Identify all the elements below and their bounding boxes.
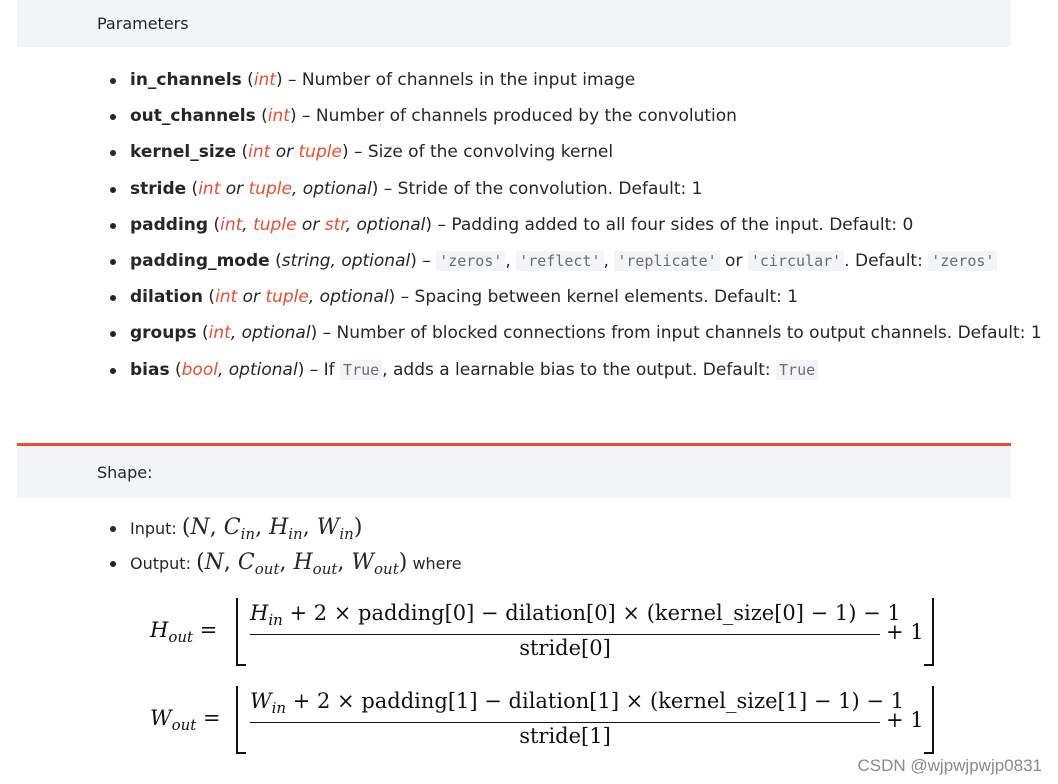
param-type-close: ) <box>289 106 297 127</box>
param-description: – Number of channels produced by the con… <box>296 106 737 127</box>
shape-list: Input: (N, Cin, Hin, Win) Output: (N, Co… <box>105 512 462 582</box>
w-out-plus-one: + 1 <box>886 708 924 732</box>
param-item-padding-mode: padding_mode (string, optional) – 'zeros… <box>105 247 1025 283</box>
param-description: – Number of blocked connections from inp… <box>317 323 1042 344</box>
param-type-text: , optional <box>217 359 298 380</box>
param-item-in-channels: in_channels (int) – Number of channels i… <box>105 66 1025 102</box>
param-type-open: ( <box>236 142 249 163</box>
param-item-bias: bias (bool, optional) – If True, adds a … <box>105 356 1025 392</box>
param-item-kernel-size: kernel_size (int or tuple) – Size of the… <box>105 138 1025 174</box>
param-type-text: , optional <box>292 178 372 199</box>
h-out-numerator: Hin + 2 × padding[0] − dilation[0] × (ke… <box>250 601 901 629</box>
param-name: stride <box>130 178 187 199</box>
param-code-value: 'reflect' <box>516 250 604 271</box>
param-name: padding_mode <box>130 250 270 271</box>
param-type-link[interactable]: int <box>248 142 270 162</box>
param-description: – Padding added to all four sides of the… <box>432 214 914 235</box>
param-default-code: True <box>776 359 819 380</box>
param-type-link[interactable]: tuple <box>253 215 296 235</box>
param-type-text: string, optional <box>281 250 411 271</box>
parameters-list: in_channels (int) – Number of channels i… <box>105 66 1042 392</box>
param-type-link[interactable]: int <box>268 106 290 126</box>
param-description: – Spacing between kernel elements. Defau… <box>395 287 799 308</box>
param-item-groups: groups (int, optional) – Number of block… <box>105 319 1042 355</box>
shape-input-formula: (N, Cin, Hin, Win) <box>181 515 363 543</box>
param-code-value: 'zeros' <box>436 250 506 271</box>
param-code-value: 'circular' <box>747 250 845 271</box>
param-name: padding <box>130 214 209 235</box>
watermark: CSDN @wjpwjpwjp0831 <box>857 756 1043 775</box>
param-description: – <box>416 250 437 271</box>
param-code-value: 'replicate' <box>614 250 720 271</box>
param-type-link[interactable]: tuple <box>249 179 292 199</box>
param-type-open: ( <box>196 323 209 344</box>
param-type-close: ) <box>410 250 417 271</box>
shape-section-header: Shape: <box>17 443 1011 498</box>
w-out-numerator: Win + 2 × padding[1] − dilation[1] × (ke… <box>250 689 905 717</box>
shape-output-formula: (N, Cout, Hout, Wout) <box>196 550 408 578</box>
h-out-denominator: stride[0] <box>519 636 611 660</box>
param-name: out_channels <box>130 106 256 127</box>
param-default-code: 'zeros' <box>928 250 998 271</box>
parameters-section-header: Parameters <box>17 0 1011 47</box>
param-code-value: True <box>340 359 383 380</box>
param-type-open: ( <box>169 359 182 380</box>
param-type-text: or <box>237 287 266 308</box>
shape-output-label: Output: <box>130 554 197 573</box>
param-type-close: ) <box>275 70 283 90</box>
param-type-open: ( <box>208 214 221 235</box>
param-type-text: , optional <box>345 214 426 235</box>
param-type-link[interactable]: tuple <box>299 142 342 162</box>
param-type-text: , <box>242 214 254 235</box>
param-type-open: ( <box>203 287 216 308</box>
h-out-floor: Hin + 2 × padding[0] − dilation[0] × (ke… <box>236 598 934 666</box>
param-type-link[interactable]: int <box>254 70 276 90</box>
param-description: – Size of the convolving kernel <box>348 142 614 163</box>
param-type-link[interactable]: int <box>198 179 220 199</box>
param-item-out-channels: out_channels (int) – Number of channels … <box>105 102 1025 138</box>
shape-output-item: Output: (N, Cout, Hout, Wout) where <box>105 547 462 582</box>
param-name: dilation <box>130 287 204 308</box>
shape-output-suffix: where <box>412 554 462 573</box>
param-description: , adds a learnable bias to the output. D… <box>382 359 777 380</box>
param-description: – Number of channels in the input image <box>282 70 636 90</box>
param-item-dilation: dilation (int or tuple, optional) – Spac… <box>105 283 1025 319</box>
param-type-link[interactable]: bool <box>182 360 218 380</box>
w-out-lhs: Wout = <box>150 706 221 734</box>
param-type-link[interactable]: int <box>215 287 237 307</box>
param-description: – Stride of the convolution. Default: 1 <box>378 178 703 199</box>
param-default-label: . Default: <box>844 250 929 271</box>
param-type-text: or <box>220 178 249 199</box>
param-type-open: ( <box>269 250 282 271</box>
parameters-heading: Parameters <box>97 14 189 33</box>
param-type-link[interactable]: str <box>325 215 346 235</box>
param-type-open: ( <box>241 70 254 90</box>
h-out-lhs: Hout = <box>150 618 218 646</box>
param-item-stride: stride (int or tuple, optional) – Stride… <box>105 175 1025 211</box>
param-name: kernel_size <box>130 142 237 163</box>
param-type-open: ( <box>186 178 199 199</box>
w-out-floor: Win + 2 × padding[1] − dilation[1] × (ke… <box>236 686 934 754</box>
param-description: – If <box>304 359 341 380</box>
shape-heading: Shape: <box>97 463 153 482</box>
param-type-text: , optional <box>308 287 389 308</box>
param-type-close: ) <box>341 142 349 163</box>
param-name: in_channels <box>130 70 242 90</box>
param-name: groups <box>130 323 197 344</box>
param-type-text: , optional <box>230 323 311 344</box>
param-type-text: or <box>270 142 299 163</box>
param-type-link[interactable]: int <box>209 323 231 343</box>
shape-input-item: Input: (N, Cin, Hin, Win) <box>105 512 462 547</box>
param-type-text: or <box>296 214 325 235</box>
w-out-denominator: stride[1] <box>519 724 611 748</box>
param-name: bias <box>130 359 170 380</box>
param-item-padding: padding (int, tuple or str, optional) – … <box>105 211 1025 247</box>
param-type-open: ( <box>255 106 268 127</box>
h-out-plus-one: + 1 <box>886 620 924 644</box>
param-type-link[interactable]: tuple <box>265 287 308 307</box>
shape-input-label: Input: <box>130 519 182 538</box>
param-type-link[interactable]: int <box>220 215 242 235</box>
